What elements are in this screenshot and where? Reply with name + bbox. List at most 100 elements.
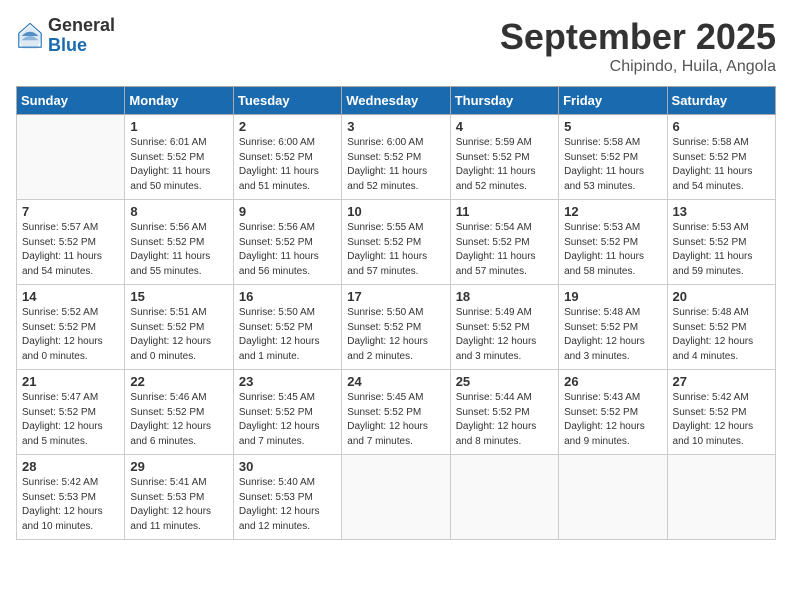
day-number: 20 bbox=[673, 289, 770, 304]
calendar-cell bbox=[342, 455, 450, 540]
calendar-week-row: 1 Sunrise: 6:01 AM Sunset: 5:52 PM Daylig… bbox=[17, 115, 776, 200]
day-info: Sunrise: 5:45 AM Sunset: 5:52 PM Dayligh… bbox=[239, 391, 336, 449]
day-info: Sunrise: 5:42 AM Sunset: 5:53 PM Dayligh… bbox=[22, 476, 119, 534]
calendar-week-row: 14 Sunrise: 5:52 AM Sunset: 5:52 PM Dayli… bbox=[17, 285, 776, 370]
day-number: 8 bbox=[130, 204, 227, 219]
day-number: 3 bbox=[347, 119, 444, 134]
day-info: Sunrise: 5:58 AM Sunset: 5:52 PM Dayligh… bbox=[564, 136, 661, 194]
day-number: 24 bbox=[347, 374, 444, 389]
day-number: 5 bbox=[564, 119, 661, 134]
day-of-week-header: Tuesday bbox=[233, 87, 341, 115]
calendar-cell: 12Sunrise: 5:53 AM Sunset: 5:52 PM Dayli… bbox=[559, 200, 667, 285]
day-info: Sunrise: 6:00 AM Sunset: 5:52 PM Dayligh… bbox=[347, 136, 444, 194]
day-of-week-header: Sunday bbox=[17, 87, 125, 115]
calendar-cell bbox=[450, 455, 558, 540]
calendar-cell: 24 Sunrise: 5:45 AM Sunset: 5:52 PM Dayli… bbox=[342, 370, 450, 455]
logo: General Blue bbox=[16, 16, 115, 56]
calendar-cell bbox=[559, 455, 667, 540]
calendar-cell: 11 Sunrise: 5:54 AM Sunset: 5:52 PM Dayli… bbox=[450, 200, 558, 285]
day-info: Sunrise: 5:50 AM Sunset: 5:52 PM Dayligh… bbox=[347, 306, 444, 364]
day-info: Sunrise: 5:42 AM Sunset: 5:52 PM Dayligh… bbox=[673, 391, 770, 449]
day-number: 23 bbox=[239, 374, 336, 389]
day-info: Sunrise: 5:47 AM Sunset: 5:52 PM Dayligh… bbox=[22, 391, 119, 449]
day-number: 28 bbox=[22, 459, 119, 474]
day-number: 4 bbox=[456, 119, 553, 134]
calendar-cell: 30 Sunrise: 5:40 AM Sunset: 5:53 PM Dayli… bbox=[233, 455, 341, 540]
day-number: 17 bbox=[347, 289, 444, 304]
day-number: 16 bbox=[239, 289, 336, 304]
day-number: 1 bbox=[130, 119, 227, 134]
day-info: Sunrise: 5:54 AM Sunset: 5:52 PM Dayligh… bbox=[456, 221, 553, 279]
day-number: 19 bbox=[564, 289, 661, 304]
calendar-cell: 22 Sunrise: 5:46 AM Sunset: 5:52 PM Dayli… bbox=[125, 370, 233, 455]
day-of-week-header: Wednesday bbox=[342, 87, 450, 115]
day-number: 29 bbox=[130, 459, 227, 474]
calendar-cell: 25 Sunrise: 5:44 AM Sunset: 5:52 PM Dayli… bbox=[450, 370, 558, 455]
calendar-cell: 23 Sunrise: 5:45 AM Sunset: 5:52 PM Dayli… bbox=[233, 370, 341, 455]
day-number: 25 bbox=[456, 374, 553, 389]
day-number: 26 bbox=[564, 374, 661, 389]
day-info: Sunrise: 5:55 AM Sunset: 5:52 PM Dayligh… bbox=[347, 221, 444, 279]
day-number: 21 bbox=[22, 374, 119, 389]
day-info: Sunrise: 5:53 AM Sunset: 5:52 PM Dayligh… bbox=[673, 221, 770, 279]
calendar-cell: 29 Sunrise: 5:41 AM Sunset: 5:53 PM Dayli… bbox=[125, 455, 233, 540]
calendar-cell: 21 Sunrise: 5:47 AM Sunset: 5:52 PM Dayli… bbox=[17, 370, 125, 455]
day-info: Sunrise: 5:48 AM Sunset: 5:52 PM Dayligh… bbox=[564, 306, 661, 364]
day-number: 13 bbox=[673, 204, 770, 219]
day-number: 30 bbox=[239, 459, 336, 474]
day-info: Sunrise: 5:57 AM Sunset: 5:52 PM Dayligh… bbox=[22, 221, 119, 279]
calendar-cell: 20 Sunrise: 5:48 AM Sunset: 5:52 PM Dayli… bbox=[667, 285, 775, 370]
day-of-week-header: Friday bbox=[559, 87, 667, 115]
day-info: Sunrise: 5:45 AM Sunset: 5:52 PM Dayligh… bbox=[347, 391, 444, 449]
day-number: 9 bbox=[239, 204, 336, 219]
day-info: Sunrise: 5:52 AM Sunset: 5:52 PM Dayligh… bbox=[22, 306, 119, 364]
calendar-cell: 28 Sunrise: 5:42 AM Sunset: 5:53 PM Dayli… bbox=[17, 455, 125, 540]
day-info: Sunrise: 6:01 AM Sunset: 5:52 PM Dayligh… bbox=[130, 136, 227, 194]
day-of-week-header: Saturday bbox=[667, 87, 775, 115]
logo-text: General Blue bbox=[48, 16, 115, 56]
calendar-cell: 8Sunrise: 5:56 AM Sunset: 5:52 PM Daylig… bbox=[125, 200, 233, 285]
day-info: Sunrise: 5:46 AM Sunset: 5:52 PM Dayligh… bbox=[130, 391, 227, 449]
day-info: Sunrise: 5:59 AM Sunset: 5:52 PM Dayligh… bbox=[456, 136, 553, 194]
calendar-cell: 19 Sunrise: 5:48 AM Sunset: 5:52 PM Dayli… bbox=[559, 285, 667, 370]
calendar-cell: 17 Sunrise: 5:50 AM Sunset: 5:52 PM Dayli… bbox=[342, 285, 450, 370]
day-info: Sunrise: 5:43 AM Sunset: 5:52 PM Dayligh… bbox=[564, 391, 661, 449]
day-number: 14 bbox=[22, 289, 119, 304]
day-number: 2 bbox=[239, 119, 336, 134]
calendar-header-row: SundayMondayTuesdayWednesdayThursdayFrid… bbox=[17, 87, 776, 115]
calendar-cell: 2Sunrise: 6:00 AM Sunset: 5:52 PM Daylig… bbox=[233, 115, 341, 200]
day-info: Sunrise: 5:44 AM Sunset: 5:52 PM Dayligh… bbox=[456, 391, 553, 449]
calendar-cell: 26 Sunrise: 5:43 AM Sunset: 5:52 PM Dayli… bbox=[559, 370, 667, 455]
day-number: 11 bbox=[456, 204, 553, 219]
day-info: Sunrise: 5:49 AM Sunset: 5:52 PM Dayligh… bbox=[456, 306, 553, 364]
day-number: 7 bbox=[22, 204, 119, 219]
title-block: September 2025 Chipindo, Huila, Angola bbox=[500, 16, 776, 76]
calendar-cell: 3 Sunrise: 6:00 AM Sunset: 5:52 PM Daylig… bbox=[342, 115, 450, 200]
calendar-cell: 9 Sunrise: 5:56 AM Sunset: 5:52 PM Daylig… bbox=[233, 200, 341, 285]
calendar-cell: 5 Sunrise: 5:58 AM Sunset: 5:52 PM Daylig… bbox=[559, 115, 667, 200]
day-info: Sunrise: 5:56 AM Sunset: 5:52 PM Dayligh… bbox=[239, 221, 336, 279]
calendar-cell: 7 Sunrise: 5:57 AM Sunset: 5:52 PM Daylig… bbox=[17, 200, 125, 285]
calendar-week-row: 7 Sunrise: 5:57 AM Sunset: 5:52 PM Daylig… bbox=[17, 200, 776, 285]
calendar-week-row: 21 Sunrise: 5:47 AM Sunset: 5:52 PM Dayli… bbox=[17, 370, 776, 455]
day-info: Sunrise: 5:58 AM Sunset: 5:52 PM Dayligh… bbox=[673, 136, 770, 194]
day-of-week-header: Thursday bbox=[450, 87, 558, 115]
day-info: Sunrise: 5:48 AM Sunset: 5:52 PM Dayligh… bbox=[673, 306, 770, 364]
logo-general: General bbox=[48, 16, 115, 36]
calendar-cell: 27Sunrise: 5:42 AM Sunset: 5:52 PM Dayli… bbox=[667, 370, 775, 455]
day-info: Sunrise: 5:50 AM Sunset: 5:52 PM Dayligh… bbox=[239, 306, 336, 364]
day-number: 10 bbox=[347, 204, 444, 219]
day-info: Sunrise: 5:53 AM Sunset: 5:52 PM Dayligh… bbox=[564, 221, 661, 279]
day-number: 15 bbox=[130, 289, 227, 304]
calendar-cell bbox=[667, 455, 775, 540]
day-of-week-header: Monday bbox=[125, 87, 233, 115]
calendar-cell: 4 Sunrise: 5:59 AM Sunset: 5:52 PM Daylig… bbox=[450, 115, 558, 200]
calendar-cell: 1 Sunrise: 6:01 AM Sunset: 5:52 PM Daylig… bbox=[125, 115, 233, 200]
calendar-cell: 13 Sunrise: 5:53 AM Sunset: 5:52 PM Dayli… bbox=[667, 200, 775, 285]
calendar-cell: 6Sunrise: 5:58 AM Sunset: 5:52 PM Daylig… bbox=[667, 115, 775, 200]
location: Chipindo, Huila, Angola bbox=[500, 58, 776, 76]
day-info: Sunrise: 5:51 AM Sunset: 5:52 PM Dayligh… bbox=[130, 306, 227, 364]
day-number: 22 bbox=[130, 374, 227, 389]
day-info: Sunrise: 5:41 AM Sunset: 5:53 PM Dayligh… bbox=[130, 476, 227, 534]
day-info: Sunrise: 5:40 AM Sunset: 5:53 PM Dayligh… bbox=[239, 476, 336, 534]
